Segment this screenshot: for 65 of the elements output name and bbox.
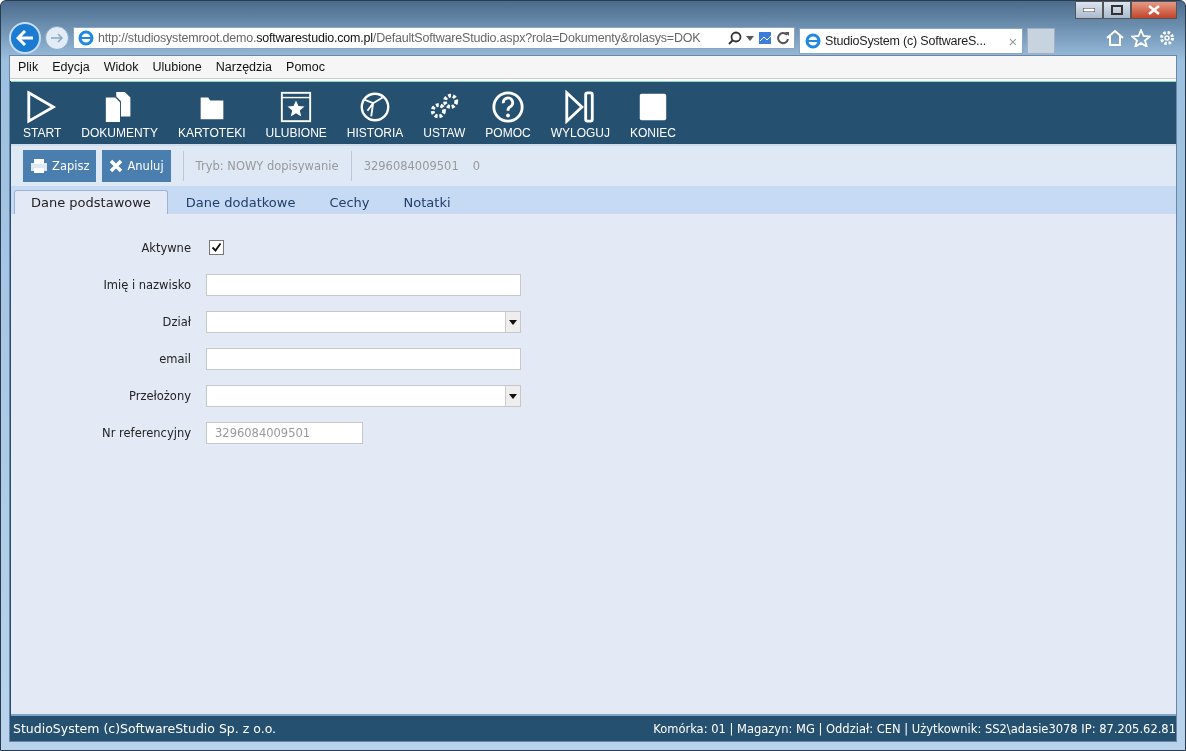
refresh-icon[interactable] xyxy=(776,31,790,45)
toolbar-button[interactable]: WYLOGUJ xyxy=(540,90,620,140)
menu-item[interactable]: Edycja xyxy=(52,60,90,74)
toolbar-button[interactable]: DOKUMENTY xyxy=(71,90,168,140)
help-icon xyxy=(491,90,525,124)
dropdown-field[interactable] xyxy=(206,385,521,407)
tab[interactable]: Cechy xyxy=(313,190,386,214)
text-field[interactable] xyxy=(206,274,521,296)
field-label: Imię i nazwisko xyxy=(103,278,191,292)
toolbar-button[interactable]: ULUBIONE xyxy=(255,90,337,140)
tab[interactable]: Notatki xyxy=(387,190,467,214)
maximize-button[interactable] xyxy=(1103,1,1131,19)
settings-icon[interactable] xyxy=(1157,29,1177,47)
address-bar[interactable]: http://studiosystemroot.demo.softwarestudio.com.pl/DefaultSoftwareStudio.aspx?rola=Dokumenty&rolasys=DOK xyxy=(73,27,795,49)
browser-logo-icon xyxy=(78,30,94,46)
mode-label: Tryb: NOWY dopisywanie xyxy=(195,159,339,173)
dropdown-arrow-icon xyxy=(509,319,517,325)
readonly-field: 3296084009501 xyxy=(206,422,363,444)
star-window-icon xyxy=(279,90,314,124)
toolbar-button[interactable]: START xyxy=(13,90,72,140)
star-icon[interactable] xyxy=(1131,29,1151,47)
close-icon xyxy=(109,159,124,173)
record-number: 3296084009501 xyxy=(363,159,459,173)
field-label: Nr referencyjny xyxy=(102,426,191,440)
browser-logo-icon xyxy=(805,33,821,49)
record-count: 0 xyxy=(472,159,481,173)
tab[interactable]: Dane podstawowe xyxy=(14,190,168,214)
printer-icon xyxy=(30,158,48,174)
text-field[interactable] xyxy=(206,348,521,370)
toolbar-button[interactable]: KONIEC xyxy=(620,90,686,140)
menu-item[interactable]: Narzędzia xyxy=(215,60,273,74)
maximize-icon xyxy=(1111,5,1123,15)
dropdown-arrow-icon xyxy=(509,393,517,399)
minimize-button[interactable] xyxy=(1075,1,1103,19)
checkbox[interactable] xyxy=(209,240,224,255)
compatibility-icon[interactable] xyxy=(758,31,772,45)
minimize-icon xyxy=(1083,8,1095,12)
back-button[interactable] xyxy=(9,22,41,54)
save-button[interactable]: Zapisz xyxy=(23,150,97,182)
toolbar-button[interactable]: POMOC xyxy=(475,90,541,140)
field-label: Przełożony xyxy=(128,389,191,403)
field-label: email xyxy=(159,352,191,366)
tab[interactable]: Dane dodatkowe xyxy=(169,190,312,214)
field-label: Dział xyxy=(162,315,191,329)
close-button[interactable] xyxy=(1131,1,1177,19)
cancel-button[interactable]: Anuluj xyxy=(102,150,171,182)
search-icon[interactable] xyxy=(728,31,742,45)
field-label: Aktywne xyxy=(141,240,191,255)
menu-item[interactable]: Plik xyxy=(18,60,39,74)
close-icon xyxy=(1148,5,1160,15)
copyright-text: StudioSystem (c)SoftwareStudio Sp. z o.o. xyxy=(13,721,277,736)
toolbar-button[interactable]: KARTOTEKI xyxy=(167,90,256,140)
menu-item[interactable]: Ulubione xyxy=(152,60,202,74)
forward-button[interactable] xyxy=(45,26,69,50)
home-icon[interactable] xyxy=(1105,29,1125,47)
menu-item[interactable]: Pomoc xyxy=(286,60,325,74)
toolbar-button[interactable]: HISTORIA xyxy=(336,90,414,140)
menu-item[interactable]: Widok xyxy=(103,60,139,74)
session-info: Komórka: 01 | Magazyn: MG | Oddział: CEN | Użytkownik: SS2\adasie3078 IP: 87.205.62.81 xyxy=(653,721,1176,736)
dropdown-field[interactable] xyxy=(206,311,521,333)
back-arrow-icon xyxy=(16,30,34,46)
dropdown-arrow-icon[interactable] xyxy=(746,35,754,41)
browser-tab[interactable]: StudioSystem (c) SoftwareS... × xyxy=(799,28,1023,54)
forward-arrow-icon xyxy=(51,33,63,43)
toolbar-button[interactable]: USTAW xyxy=(413,90,476,140)
